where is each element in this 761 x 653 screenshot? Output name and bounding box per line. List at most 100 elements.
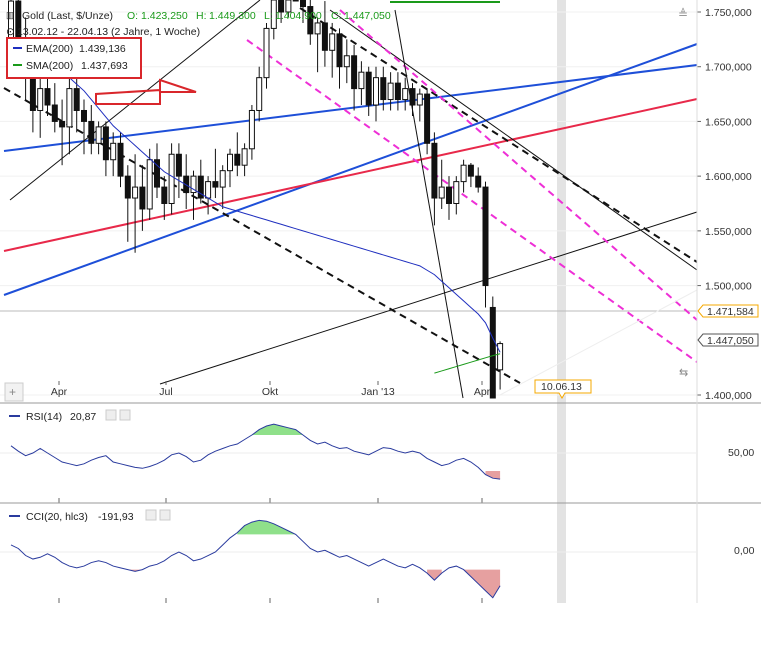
candle-body — [343, 55, 350, 68]
sma-legend-value: 1.437,693 — [81, 60, 128, 72]
cci-settings-button[interactable] — [145, 509, 157, 521]
clock-icon: ⊙ — [6, 26, 15, 38]
candle-body — [88, 120, 95, 144]
price-tick-label: 1.650,000 — [705, 116, 752, 128]
rsi-tick-50: 50,00 — [728, 447, 754, 459]
candle-body — [438, 186, 445, 199]
price-tick-label: 1.500,000 — [705, 281, 752, 293]
ohlc-open-value: 1.423,250 — [141, 10, 188, 22]
candle-body — [497, 343, 504, 371]
candle-body — [256, 77, 263, 111]
candle-body — [402, 88, 409, 101]
candle-body — [37, 88, 44, 111]
time-tick-label: Apr — [474, 386, 491, 398]
candle-body — [73, 88, 80, 111]
candle-body — [351, 55, 358, 90]
scroll-icon[interactable]: ⇆ — [679, 367, 688, 379]
candle-body — [117, 142, 124, 177]
candle-body — [460, 164, 467, 183]
plus-icon: + — [9, 385, 16, 399]
candle-body — [248, 109, 255, 150]
candle-body — [475, 175, 482, 188]
candle-body — [292, 0, 299, 2]
date-range: 13.02.12 - 22.04.13 (2 Jahre, 1 Woche) — [17, 26, 200, 38]
candle-body — [219, 170, 226, 188]
candle-body — [300, 0, 306, 8]
future-date-band — [557, 0, 566, 603]
candle-body — [102, 126, 109, 161]
price-tag-last: 1.447,050 — [697, 333, 759, 347]
candle-body — [51, 104, 58, 122]
candle-body — [314, 22, 321, 35]
time-tick-label: Jan '13 — [361, 386, 395, 398]
candle-body — [431, 142, 438, 199]
candle-body — [336, 33, 343, 68]
sma-legend-label: SMA(200) — [26, 60, 73, 72]
candle-body — [358, 71, 365, 90]
cci-label: CCI(20, hlc3) — [26, 511, 88, 523]
candle-body — [161, 186, 168, 204]
ema-legend-label: EMA(200) — [26, 43, 73, 55]
candle-body — [482, 186, 489, 287]
ohlc-high-value: 1.449,300 — [209, 10, 256, 22]
candle-body — [81, 109, 87, 122]
price-tag-ref-label: 1.471,584 — [707, 306, 754, 318]
candle-body — [124, 175, 131, 199]
candle-body — [365, 71, 372, 106]
ohlc-close-label: C: — [331, 10, 342, 22]
candle-body — [373, 77, 379, 106]
candle-body — [453, 181, 460, 205]
cci-close-button[interactable] — [159, 509, 171, 521]
candle-body — [168, 153, 175, 204]
rsi-settings-button[interactable] — [105, 409, 117, 421]
chart-canvas: 1.750,000 1.700,000 1.650,000 1.600,000 1.55… — [0, 0, 761, 653]
candle-body — [446, 186, 452, 204]
candle-body — [66, 88, 73, 128]
time-tick-label: Apr — [51, 386, 68, 398]
candle-body — [489, 306, 496, 399]
candle-body — [329, 33, 336, 51]
ohlc-low-value: 1.404,900 — [275, 10, 322, 22]
candle-body — [132, 186, 139, 199]
price-tick-label: 1.550,000 — [705, 226, 752, 238]
ohlc-high-label: H: — [196, 10, 207, 22]
collapse-icon[interactable]: ≜ — [678, 7, 688, 21]
price-tick-label: 1.600,000 — [705, 171, 752, 183]
candle-body — [467, 164, 474, 177]
price-tick-label: 1.750,000 — [705, 7, 752, 19]
ohlc-close-value: 1.447,050 — [344, 10, 391, 22]
cci-tick-0: 0,00 — [734, 545, 755, 557]
candle-body — [234, 153, 241, 166]
candle-body — [380, 77, 387, 101]
price-tick-label: 1.400,000 — [705, 390, 752, 402]
cci-value: -191,93 — [98, 511, 134, 523]
candle-body — [212, 181, 219, 188]
candle-body — [227, 153, 233, 172]
price-tag-ref: 1.471,584 — [697, 304, 759, 318]
candle-body — [241, 148, 248, 166]
price-tag-last-label: 1.447,050 — [707, 335, 754, 347]
candle-body — [424, 93, 431, 144]
candle-body — [59, 120, 66, 128]
candle-body — [205, 181, 212, 199]
candle-body — [44, 88, 51, 106]
candle-body — [95, 126, 102, 144]
time-tick-label: Okt — [262, 386, 278, 398]
candle-body — [110, 142, 117, 161]
candle-body — [387, 82, 394, 101]
candle-body — [416, 93, 423, 106]
candle-body — [175, 153, 182, 177]
rsi-close-button[interactable] — [119, 409, 131, 421]
candle-body — [263, 27, 270, 79]
candle-body — [409, 88, 416, 106]
ema-legend-value: 1.439,136 — [79, 43, 126, 55]
rsi-label: RSI(14) — [26, 411, 62, 423]
future-date-label: 10.06.13 — [541, 381, 582, 393]
candle-body — [146, 159, 153, 210]
candle-body — [29, 77, 36, 111]
ohlc-open-label: O: — [127, 10, 138, 22]
candle-body — [139, 186, 146, 210]
price-tick-label: 1.700,000 — [705, 62, 752, 74]
rsi-value: 20,87 — [70, 411, 96, 423]
chart-title-icon: ▥ — [6, 10, 15, 20]
